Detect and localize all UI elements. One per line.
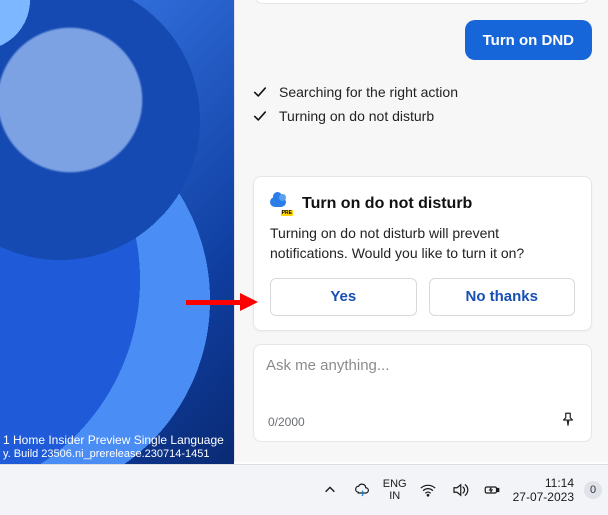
yes-button[interactable]: Yes bbox=[270, 278, 417, 316]
watermark-line-1: 1 Home Insider Preview Single Language bbox=[3, 433, 224, 447]
progress-text: Searching for the right action bbox=[279, 84, 458, 100]
progress-item: Turning on do not disturb bbox=[253, 104, 590, 128]
desktop-wallpaper: 1 Home Insider Preview Single Language y… bbox=[0, 0, 234, 464]
lang-bottom: IN bbox=[383, 490, 407, 502]
pin-icon[interactable] bbox=[557, 409, 579, 431]
clock-time: 11:14 bbox=[513, 476, 574, 490]
volume-icon[interactable] bbox=[449, 479, 471, 501]
watermark-line-2: y. Build 23506.ni_prerelease.230714-1451 bbox=[3, 448, 224, 461]
notification-count-icon[interactable]: 0 bbox=[584, 481, 602, 499]
char-counter: 0/2000 bbox=[268, 415, 305, 429]
confirmation-card: PRE Turn on do not disturb Turning on do… bbox=[253, 176, 592, 331]
onedrive-sync-icon[interactable] bbox=[351, 479, 373, 501]
lang-top: ENG bbox=[383, 478, 407, 490]
clock[interactable]: 11:14 27-07-2023 bbox=[513, 476, 574, 505]
taskbar: ENG IN 11:14 27-07-2023 0 bbox=[0, 464, 608, 515]
notification-count: 0 bbox=[590, 484, 596, 496]
language-indicator[interactable]: ENG IN bbox=[383, 478, 407, 502]
no-thanks-button[interactable]: No thanks bbox=[429, 278, 576, 316]
checkmark-icon bbox=[253, 85, 269, 99]
copilot-pane: Turn on DND Searching for the right acti… bbox=[234, 0, 608, 462]
card-title: Turn on do not disturb bbox=[302, 195, 472, 213]
battery-icon[interactable] bbox=[481, 479, 503, 501]
progress-text: Turning on do not disturb bbox=[279, 108, 434, 124]
card-body: Turning on do not disturb will prevent n… bbox=[270, 223, 575, 264]
desktop-watermark: 1 Home Insider Preview Single Language y… bbox=[3, 433, 224, 461]
composer-box: 0/2000 bbox=[253, 344, 592, 442]
previous-bubble-edge bbox=[253, 0, 590, 4]
turn-on-dnd-button[interactable]: Turn on DND bbox=[465, 20, 592, 60]
copilot-pre-icon: PRE bbox=[270, 193, 292, 215]
checkmark-icon bbox=[253, 109, 269, 123]
chat-input[interactable] bbox=[266, 357, 579, 397]
progress-item: Searching for the right action bbox=[253, 80, 590, 104]
tray-overflow-chevron-icon[interactable] bbox=[319, 479, 341, 501]
wifi-icon[interactable] bbox=[417, 479, 439, 501]
progress-list: Searching for the right action Turning o… bbox=[253, 80, 590, 128]
clock-date: 27-07-2023 bbox=[513, 490, 574, 504]
